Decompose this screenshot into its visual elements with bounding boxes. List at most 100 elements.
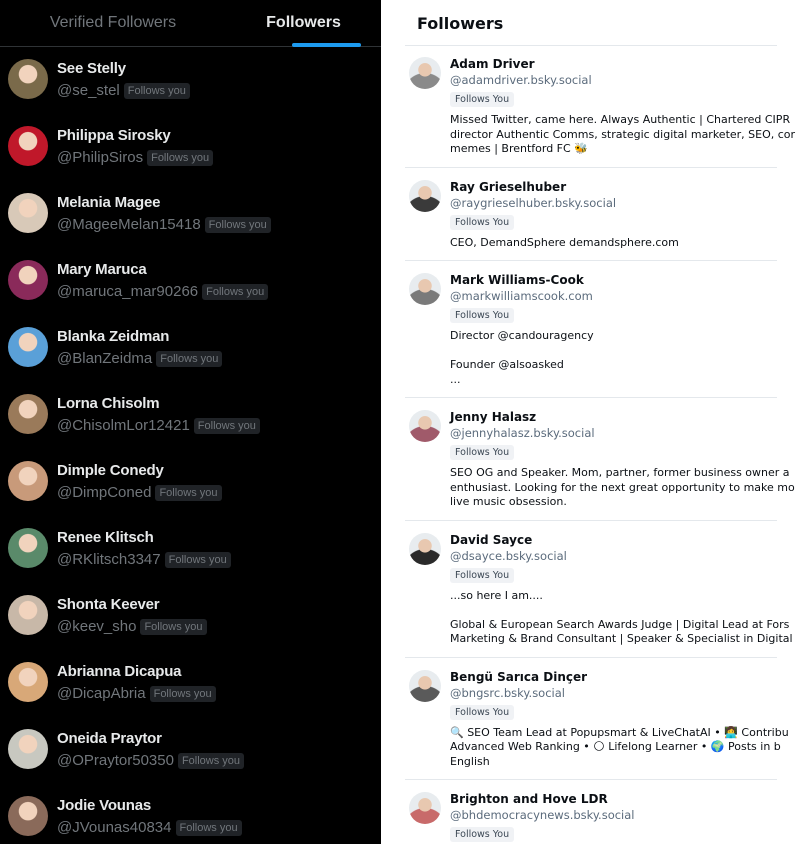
- follower-meta: @se_stel Follows you: [57, 82, 190, 99]
- avatar[interactable]: [8, 595, 48, 635]
- follower-row[interactable]: Blanka Zeidman @BlanZeidma Follows you: [0, 315, 381, 382]
- follower-name[interactable]: Mary Maruca: [57, 261, 147, 278]
- description-line: Director @candouragency: [450, 329, 594, 342]
- avatar[interactable]: [8, 394, 48, 434]
- avatar[interactable]: [8, 260, 48, 300]
- follows-you-badge: Follows you: [164, 551, 231, 568]
- follower-row[interactable]: Oneida Praytor @OPraytor50350 Follows you: [0, 717, 381, 784]
- avatar[interactable]: [409, 410, 441, 442]
- follows-you-badge: Follows You: [450, 827, 515, 842]
- tab-verified-followers[interactable]: Verified Followers: [0, 0, 226, 46]
- follower-name[interactable]: Renee Klitsch: [57, 529, 154, 546]
- follower-name[interactable]: David Sayce: [450, 533, 777, 547]
- follower-name[interactable]: Brighton and Hove LDR: [450, 792, 777, 806]
- avatar[interactable]: [8, 59, 48, 99]
- follower-meta: @RKlitsch3347 Follows you: [57, 551, 231, 568]
- follower-handle: @bngsrc.bsky.social: [450, 685, 565, 700]
- follower-row[interactable]: Melania Magee @MageeMelan15418 Follows you: [0, 181, 381, 248]
- avatar[interactable]: [8, 461, 48, 501]
- follower-name[interactable]: Melania Magee: [57, 194, 160, 211]
- bluesky-follower-item[interactable]: David Sayce @dsayce.bsky.social Follows Yo…: [405, 521, 793, 658]
- follower-meta: @ChisolmLor12421 Follows you: [57, 417, 260, 434]
- description-line: memes | Brentford FC 🐝: [450, 142, 588, 155]
- avatar[interactable]: [8, 528, 48, 568]
- follows-you-badge: Follows You: [450, 308, 515, 323]
- follower-handle: @RKlitsch3347: [57, 551, 161, 568]
- bluesky-follower-item[interactable]: Bengü Sarıca Dinçer @bngsrc.bsky.social Fo…: [405, 658, 789, 780]
- follows-you-badge: Follows you: [175, 819, 242, 836]
- follower-name[interactable]: Oneida Praytor: [57, 730, 162, 747]
- description-line: SEO OG and Speaker. Mom, partner, former…: [450, 466, 790, 479]
- avatar[interactable]: [8, 729, 48, 769]
- avatar[interactable]: [8, 662, 48, 702]
- follows-you-badge: Follows You: [450, 704, 515, 720]
- follower-meta: @PhilipSiros Follows you: [57, 149, 214, 166]
- follower-handle: @dsayce.bsky.social: [450, 548, 567, 563]
- avatar[interactable]: [409, 179, 441, 212]
- follower-name[interactable]: Jodie Vounas: [57, 797, 151, 814]
- follower-name[interactable]: Blanka Zeidman: [57, 328, 169, 345]
- bluesky-follower-item[interactable]: Mark Williams-Cook @markwilliamscook.com F…: [405, 261, 777, 398]
- follower-row[interactable]: See Stelly @se_stel Follows you: [0, 47, 381, 114]
- follower-row[interactable]: Mary Maruca @maruca_mar90266 Follows you: [0, 248, 381, 315]
- follower-name[interactable]: Ray Grieselhuber: [450, 180, 777, 194]
- follower-row[interactable]: Renee Klitsch @RKlitsch3347 Follows you: [0, 516, 381, 583]
- avatar[interactable]: [409, 792, 441, 824]
- description-line: ...: [450, 372, 461, 386]
- avatar[interactable]: [8, 126, 48, 166]
- bluesky-follower-item[interactable]: Adam Driver @adamdriver.bsky.social Follow…: [405, 45, 795, 168]
- follower-row[interactable]: Lorna Chisolm @ChisolmLor12421 Follows you: [0, 382, 381, 449]
- bluesky-follower-list: Adam Driver @adamdriver.bsky.social Follow…: [405, 45, 795, 844]
- follower-description: SEO OG and Speaker. Mom, partner, former…: [450, 466, 800, 510]
- follower-row[interactable]: Shonta Keever @keev_sho Follows you: [0, 583, 381, 650]
- follower-name[interactable]: Dimple Conedy: [57, 462, 164, 479]
- follower-row[interactable]: Jodie Vounas @JVounas40834 Follows you: [0, 784, 381, 844]
- follower-body: Ray Grieselhuber @raygrieselhuber.bsky.so…: [450, 168, 777, 261]
- follower-name[interactable]: Jenny Halasz: [450, 410, 777, 424]
- bluesky-follower-item[interactable]: Jenny Halasz @jennyhalasz.bsky.social Foll…: [405, 398, 795, 521]
- follows-you-badge: Follows You: [450, 567, 515, 583]
- follower-name[interactable]: Mark Williams-Cook: [450, 273, 777, 287]
- avatar[interactable]: [409, 273, 441, 305]
- follower-handle: @PhilipSiros: [57, 149, 144, 166]
- follows-you-badge: Follows you: [149, 685, 216, 702]
- follower-meta: @BlanZeidma Follows you: [57, 350, 223, 367]
- follows-you-badge: Follows you: [204, 216, 271, 233]
- follower-body: Bengü Sarıca Dinçer @bngsrc.bsky.social Fo…: [450, 658, 789, 780]
- follower-name[interactable]: See Stelly: [57, 60, 126, 77]
- bluesky-follower-item[interactable]: Brighton and Hove LDR @bhdemocracynews.bs…: [405, 780, 777, 844]
- follower-handle: @jennyhalasz.bsky.social: [450, 426, 595, 440]
- avatar[interactable]: [409, 669, 441, 702]
- follower-name[interactable]: Bengü Sarıca Dinçer: [450, 670, 777, 684]
- avatar[interactable]: [8, 327, 48, 367]
- avatar[interactable]: [8, 796, 48, 836]
- follows-you-badge: Follows You: [450, 445, 515, 460]
- follower-description: Missed Twitter, came here. Always Authen…: [450, 113, 800, 157]
- follower-row[interactable]: Dimple Conedy @DimpConed Follows you: [0, 449, 381, 516]
- follower-body: Jenny Halasz @jennyhalasz.bsky.social Foll…: [450, 398, 795, 520]
- tab-followers[interactable]: Followers: [226, 0, 381, 46]
- description-line: Advanced Web Ranking • 🌕 Lifelong Learne…: [450, 740, 781, 753]
- avatar[interactable]: [409, 532, 441, 565]
- description-line: CEO, DemandSphere demandsphere.com: [450, 235, 679, 249]
- description-line: Founder @alsoasked: [450, 358, 564, 371]
- follower-handle: @se_stel: [57, 82, 120, 99]
- follower-handle: @keev_sho: [57, 618, 137, 635]
- avatar[interactable]: [8, 193, 48, 233]
- follower-name[interactable]: Philippa Sirosky: [57, 127, 171, 144]
- follower-name[interactable]: Adam Driver: [450, 57, 777, 71]
- x-follower-list: See Stelly @se_stel Follows you Philippa Si…: [0, 47, 381, 844]
- description-line: [450, 344, 800, 359]
- follower-name[interactable]: Shonta Keever: [57, 596, 160, 613]
- avatar[interactable]: [409, 57, 441, 89]
- follower-row[interactable]: Abrianna Dicapua @DicapAbria Follows you: [0, 650, 381, 717]
- description-line: [450, 603, 800, 618]
- follower-row[interactable]: Philippa Sirosky @PhilipSiros Follows you: [0, 114, 381, 181]
- follower-handle: @adamdriver.bsky.social: [450, 73, 592, 87]
- bluesky-follower-item[interactable]: Ray Grieselhuber @raygrieselhuber.bsky.so…: [405, 168, 777, 261]
- follower-handle: @OPraytor50350: [57, 752, 174, 769]
- follows-you-badge: Follows you: [147, 149, 214, 166]
- follower-name[interactable]: Abrianna Dicapua: [57, 663, 182, 680]
- follower-name[interactable]: Lorna Chisolm: [57, 395, 160, 412]
- follower-description: Director @candouragency Founder @alsoask…: [450, 329, 800, 387]
